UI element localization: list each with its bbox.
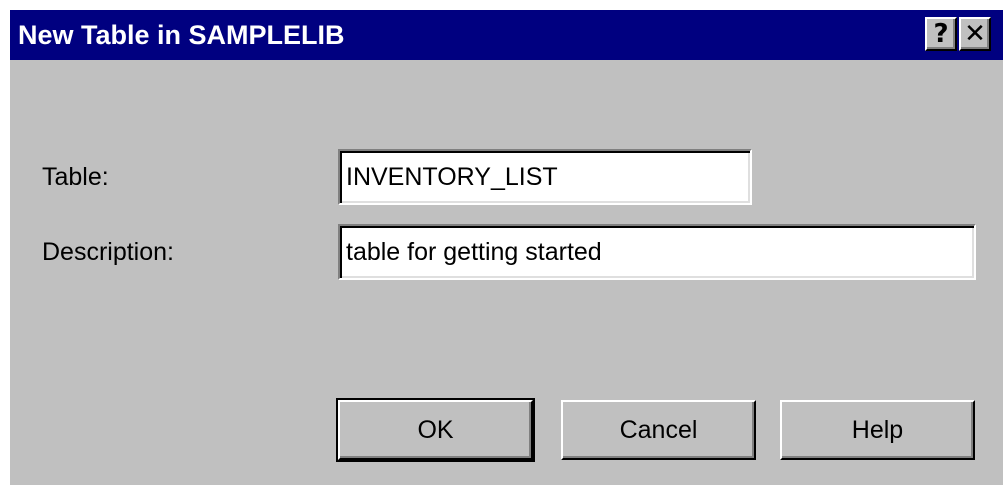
ok-button[interactable]: OK	[336, 398, 535, 462]
description-field[interactable]	[338, 224, 976, 280]
table-label: Table:	[42, 163, 109, 191]
window-title: New Table in SAMPLELIB	[18, 20, 345, 50]
title-bar: New Table in SAMPLELIB ? ✕	[10, 10, 1003, 60]
close-icon[interactable]: ✕	[959, 17, 991, 51]
help-icon[interactable]: ?	[925, 17, 957, 51]
table-field[interactable]	[338, 149, 752, 205]
help-button[interactable]: Help	[780, 400, 975, 460]
description-label: Description:	[42, 238, 174, 266]
cancel-button[interactable]: Cancel	[561, 400, 756, 460]
new-table-dialog: New Table in SAMPLELIB ? ✕ Table: Descri…	[10, 10, 1003, 485]
description-input[interactable]	[344, 228, 968, 276]
table-name-input[interactable]	[344, 153, 744, 201]
